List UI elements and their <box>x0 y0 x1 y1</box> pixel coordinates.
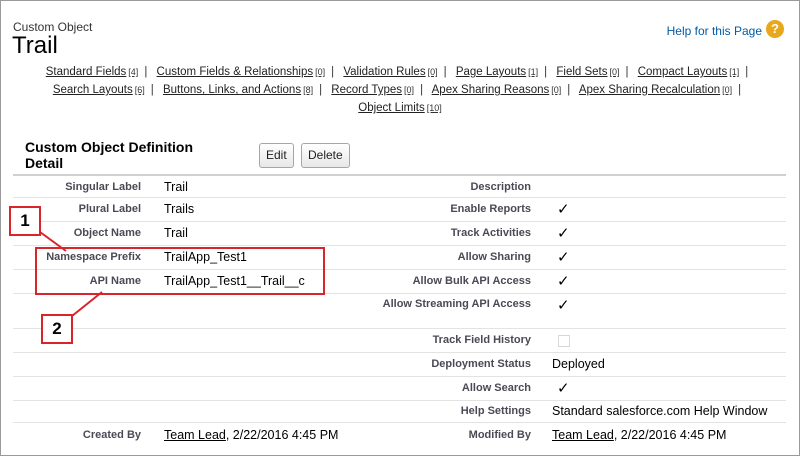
field-value: Trail <box>164 226 188 240</box>
detail-row: Created By Team Lead, 2/22/2016 4:45 PM … <box>13 423 786 447</box>
field-value: Trails <box>164 202 195 216</box>
modified-by-value: Team Lead, 2/22/2016 4:45 PM <box>552 428 727 442</box>
detail-row: Object Name Trail Track Activities ✓ <box>13 222 786 246</box>
field-label: Deployment Status <box>431 358 531 370</box>
field-label: Track Activities <box>450 227 531 239</box>
created-by-user-link[interactable]: Team Lead <box>164 428 226 442</box>
link-validation-rules[interactable]: Validation Rules [0] <box>343 66 437 78</box>
link-object-limits[interactable]: Object Limits [10] <box>358 102 441 114</box>
callout-number-1: 1 <box>9 206 41 236</box>
related-links-row-2: Search Layouts [6] | Buttons, Links, and A… <box>52 84 742 96</box>
field-label: Singular Label <box>65 181 141 193</box>
link-buttons-links-actions[interactable]: Buttons, Links, and Actions [8] <box>163 84 313 96</box>
link-record-types[interactable]: Record Types [0] <box>331 84 414 96</box>
edit-button[interactable]: Edit <box>259 143 294 168</box>
related-links: Standard Fields [4] | Custom Fields & Rela… <box>20 63 780 117</box>
checkmark-icon: ✓ <box>557 273 570 290</box>
checkmark-icon: ✓ <box>557 297 570 314</box>
related-links-row-1: Standard Fields [4] | Custom Fields & Rela… <box>45 66 749 78</box>
field-label: Allow Streaming API Access <box>382 298 531 310</box>
detail-row: Allow Search ✓ <box>13 377 786 401</box>
help-link[interactable]: Help for this Page <box>667 24 762 38</box>
field-value: Trail <box>164 180 188 194</box>
link-page-layouts[interactable]: Page Layouts [1] <box>456 66 538 78</box>
checkmark-icon: ✓ <box>557 201 570 218</box>
link-compact-layouts[interactable]: Compact Layouts [1] <box>638 66 740 78</box>
field-value: Deployed <box>552 357 605 371</box>
page-title: Trail <box>12 32 58 59</box>
delete-button[interactable]: Delete <box>301 143 350 168</box>
field-value: Standard salesforce.com Help Window <box>552 404 768 418</box>
link-apex-sharing-recalculation[interactable]: Apex Sharing Recalculation [0] <box>579 84 732 96</box>
related-links-row-3: Object Limits [10] <box>20 99 780 117</box>
detail-row: Deployment Status Deployed <box>13 353 786 377</box>
detail-row: Help Settings Standard salesforce.com He… <box>13 401 786 423</box>
field-label: Track Field History <box>432 334 531 346</box>
question-icon[interactable]: ? <box>766 20 784 38</box>
created-by-value: Team Lead, 2/22/2016 4:45 PM <box>164 428 339 442</box>
detail-row: Plural Label Trails Enable Reports ✓ <box>13 198 786 222</box>
modified-by-user-link[interactable]: Team Lead <box>552 428 614 442</box>
callout-highlight-box <box>35 247 325 295</box>
callout-number-2: 2 <box>41 314 73 344</box>
detail-row: Track Field History <box>13 329 786 353</box>
detail-table: Singular Label Trail Description Plural … <box>13 176 786 447</box>
field-label: Enable Reports <box>450 203 531 215</box>
detail-row: Singular Label Trail Description <box>13 176 786 198</box>
field-label: Created By <box>82 429 141 441</box>
detail-row: Allow Streaming API Access ✓ <box>13 294 786 329</box>
checkmark-icon: ✓ <box>557 249 570 266</box>
field-label: Help Settings <box>460 405 531 417</box>
link-standard-fields[interactable]: Standard Fields [4] <box>46 66 139 78</box>
link-custom-fields[interactable]: Custom Fields & Relationships [0] <box>157 66 326 78</box>
section-title: Custom Object Definition Detail <box>25 139 193 171</box>
link-search-layouts[interactable]: Search Layouts [6] <box>53 84 145 96</box>
field-label: Allow Sharing <box>457 251 531 263</box>
link-field-sets[interactable]: Field Sets [0] <box>556 66 619 78</box>
field-label: Description <box>470 181 531 193</box>
field-label: Modified By <box>468 429 531 441</box>
checkmark-icon: ✓ <box>557 225 570 242</box>
field-label: Allow Bulk API Access <box>412 275 531 287</box>
unchecked-box-icon <box>558 335 570 347</box>
link-apex-sharing-reasons[interactable]: Apex Sharing Reasons [0] <box>432 84 562 96</box>
field-label: Allow Search <box>461 382 531 394</box>
checkmark-icon: ✓ <box>557 380 570 397</box>
